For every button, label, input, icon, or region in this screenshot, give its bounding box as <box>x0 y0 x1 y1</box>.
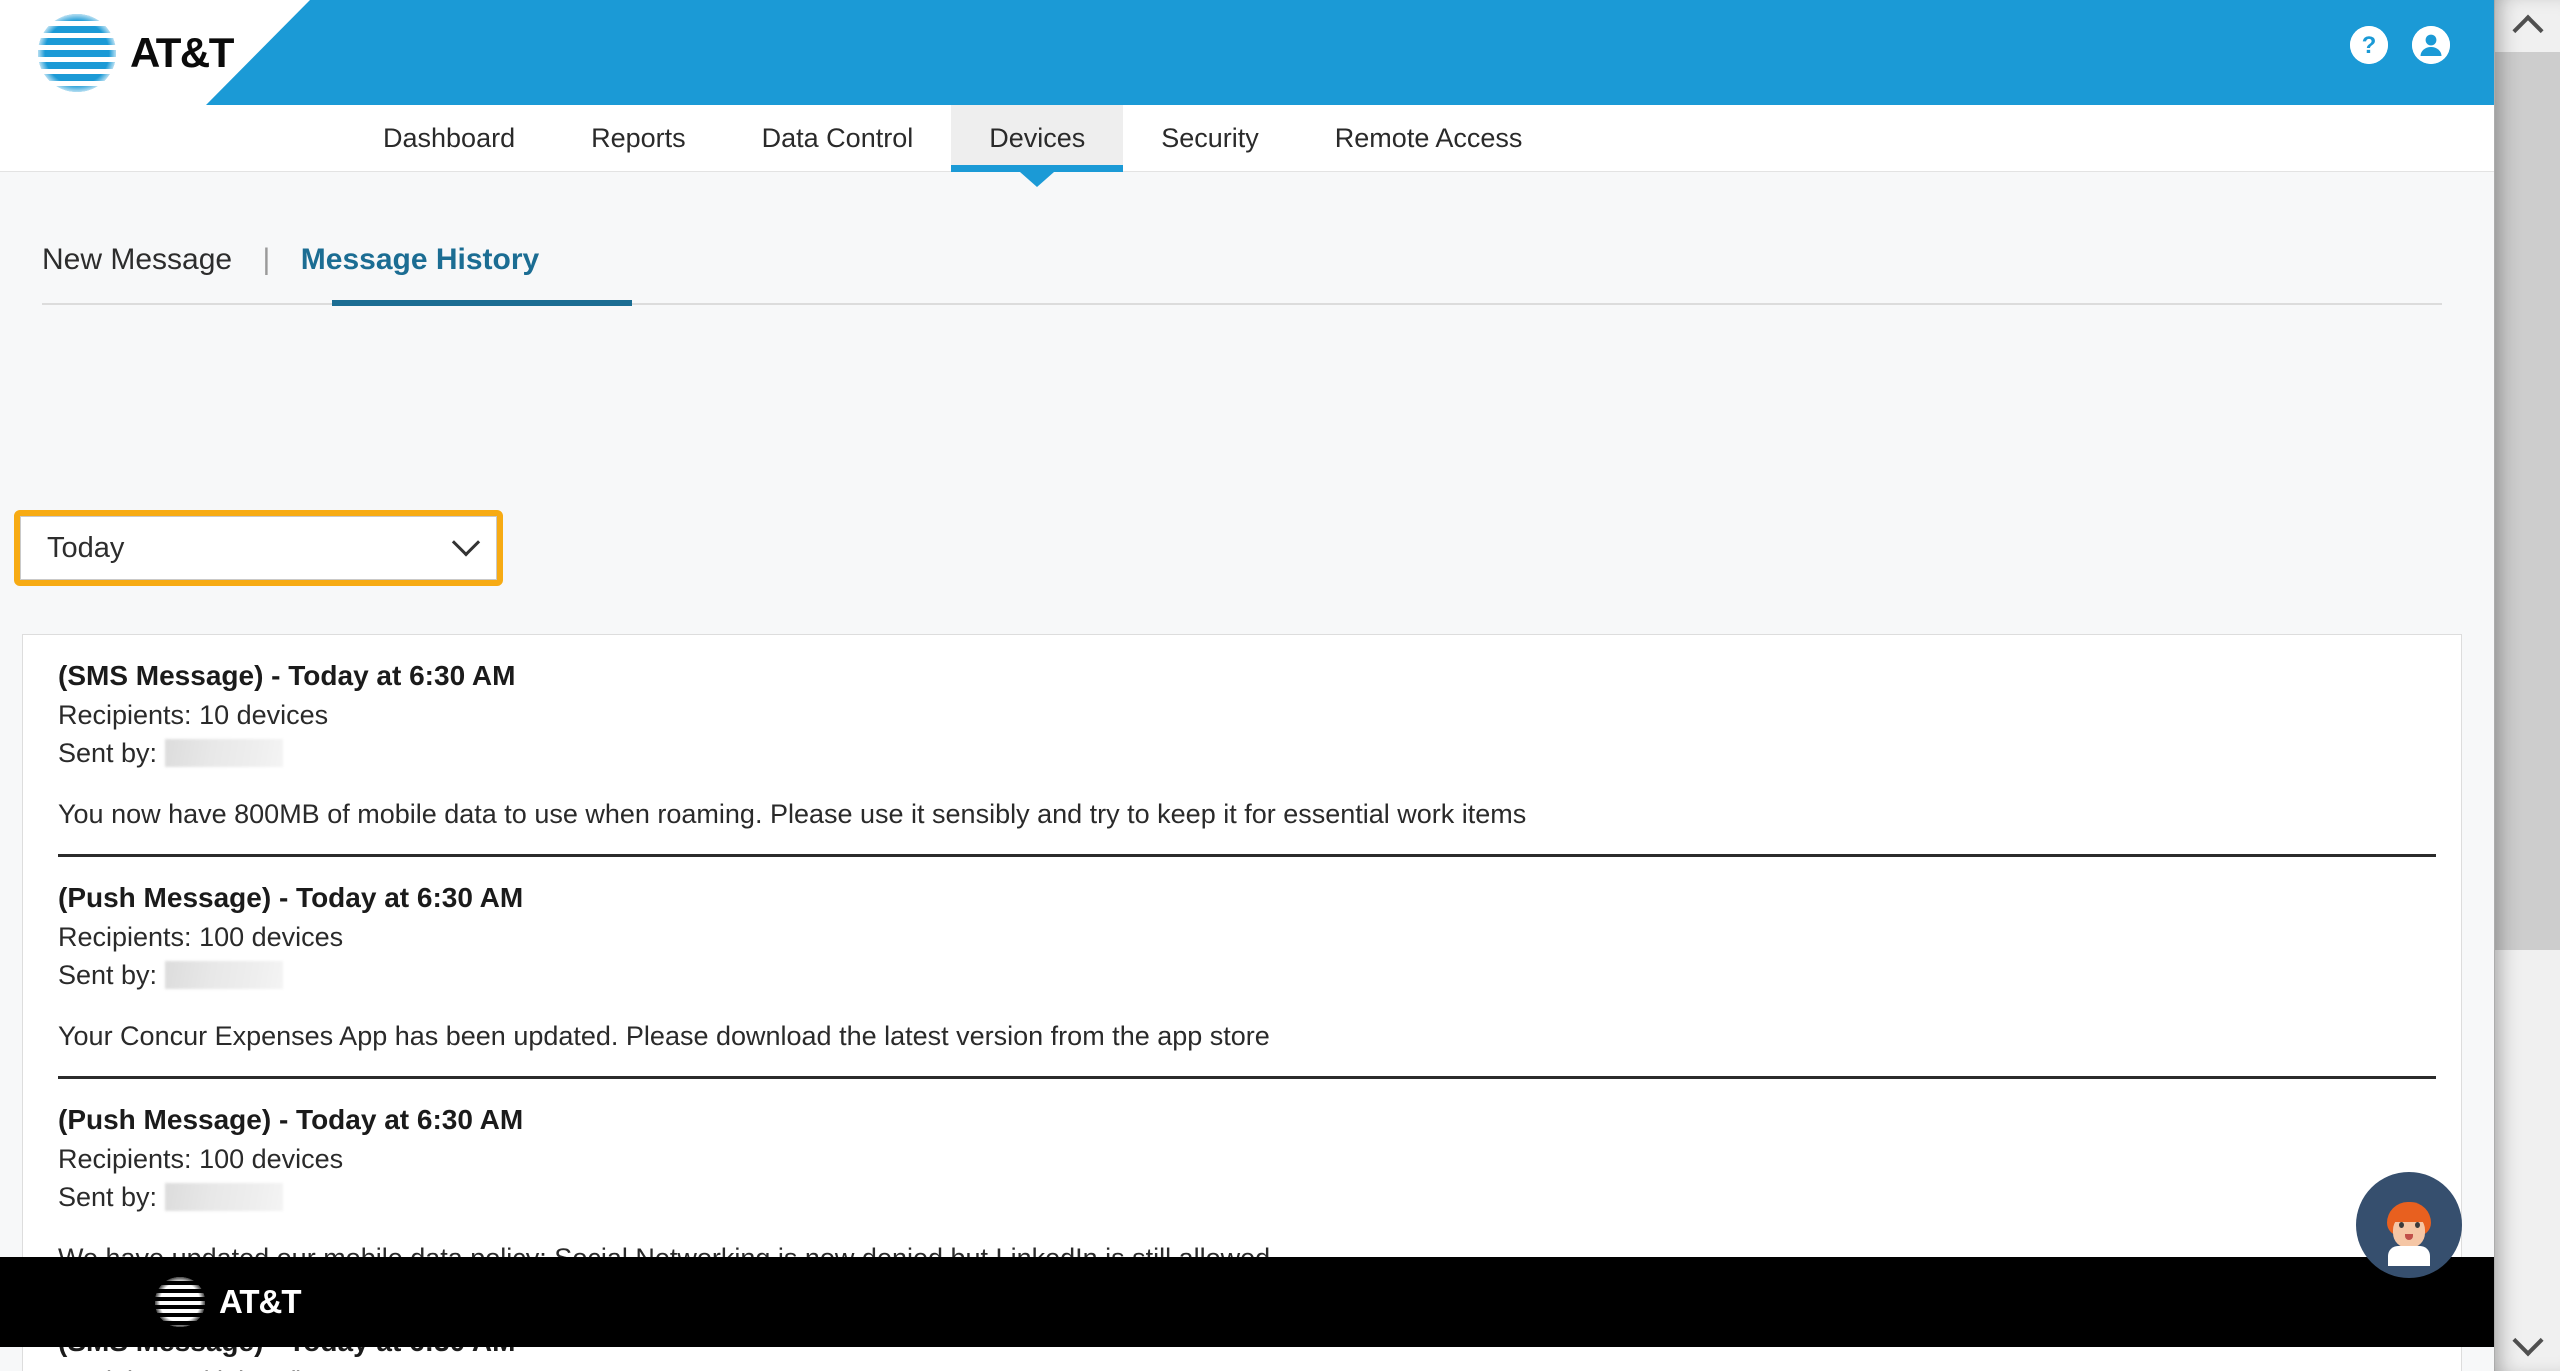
message-title: (Push Message) - Today at 6:30 AM <box>58 882 524 914</box>
nav-item-security[interactable]: Security <box>1123 105 1297 171</box>
help-question-icon[interactable]: ? <box>2350 26 2388 64</box>
message-list-item[interactable]: (SMS Message) - Today at 6:30 AM Recipie… <box>23 635 2461 858</box>
page-content: New Message | Message History Today (SMS… <box>0 173 2494 1371</box>
date-filter-highlight: Today <box>14 510 503 586</box>
virtual-assistant-button[interactable] <box>2356 1172 2462 1278</box>
sent-by-label: Sent by: <box>58 1182 158 1213</box>
nav-item-dashboard[interactable]: Dashboard <box>345 105 553 171</box>
scroll-down-arrow-icon[interactable] <box>2495 1319 2560 1371</box>
user-account-icon[interactable] <box>2412 26 2450 64</box>
message-list-item[interactable]: (Push Message) - Today at 6:30 AM Recipi… <box>23 857 2461 1080</box>
scrollbar-track[interactable] <box>2495 52 2560 1319</box>
att-logo[interactable]: AT&T <box>38 14 234 92</box>
scroll-up-arrow-icon[interactable] <box>2495 0 2560 52</box>
sent-by-redacted-value <box>165 961 284 990</box>
page-viewport: AT&T ? Dashboard Reports Data Control De… <box>0 0 2494 1371</box>
sent-by-redacted-value <box>165 739 284 768</box>
nav-item-remote-access[interactable]: Remote Access <box>1297 105 1561 171</box>
date-filter-value: Today <box>47 531 125 564</box>
message-sent-by: Sent by: <box>58 956 2439 994</box>
att-globe-icon <box>38 14 116 92</box>
app-root: AT&T ? Dashboard Reports Data Control De… <box>0 0 2560 1371</box>
browser-scrollbar[interactable] <box>2494 0 2560 1371</box>
sent-by-label: Sent by: <box>58 737 158 768</box>
svg-text:?: ? <box>2362 32 2377 59</box>
subtab-separator: | <box>262 243 271 276</box>
message-recipients: Recipients: 100 devices <box>58 921 344 952</box>
sent-by-label: Sent by: <box>58 960 158 991</box>
subtab-message-history[interactable]: Message History <box>301 243 539 277</box>
header-blue-banner <box>206 0 2494 105</box>
message-body: You now have 800MB of mobile data to use… <box>58 799 1527 830</box>
date-filter-select[interactable]: Today <box>20 516 497 580</box>
nav-item-devices[interactable]: Devices <box>951 105 1124 172</box>
message-body: Your Concur Expenses App has been update… <box>58 1021 1270 1052</box>
active-subtab-underline <box>332 300 632 306</box>
virtual-assistant-avatar-icon <box>2378 1202 2440 1266</box>
subtab-new-message[interactable]: New Message <box>42 243 232 277</box>
scrollbar-thumb[interactable] <box>2495 52 2560 950</box>
message-recipients: Recipients: 100 devices <box>58 1143 344 1174</box>
att-footer-globe-icon <box>155 1277 205 1327</box>
nav-item-data-control[interactable]: Data Control <box>724 105 952 171</box>
message-title: (SMS Message) - Today at 6:30 AM <box>58 660 516 691</box>
att-footer-logo-text: AT&T <box>219 1283 302 1320</box>
nav-item-reports[interactable]: Reports <box>553 105 724 171</box>
sent-by-redacted-value <box>165 1183 284 1212</box>
message-sent-by: Sent by: <box>58 734 2439 772</box>
message-recipients: Recipients: (deleted) <box>58 1362 2439 1371</box>
site-footer: AT&T <box>0 1257 2494 1347</box>
site-header: AT&T ? <box>0 0 2494 105</box>
chevron-down-icon <box>451 528 481 557</box>
main-navigation: Dashboard Reports Data Control Devices S… <box>0 105 2494 172</box>
att-logo-text: AT&T <box>130 29 234 76</box>
message-subtabs: New Message | Message History <box>0 243 2442 303</box>
message-title: (Push Message) - Today at 6:30 AM <box>58 1104 524 1136</box>
message-recipients: Recipients: 10 devices <box>58 699 329 730</box>
active-nav-pointer-icon <box>1020 172 1055 187</box>
header-icon-group: ? <box>2350 26 2450 64</box>
message-sent-by: Sent by: <box>58 1178 2439 1216</box>
